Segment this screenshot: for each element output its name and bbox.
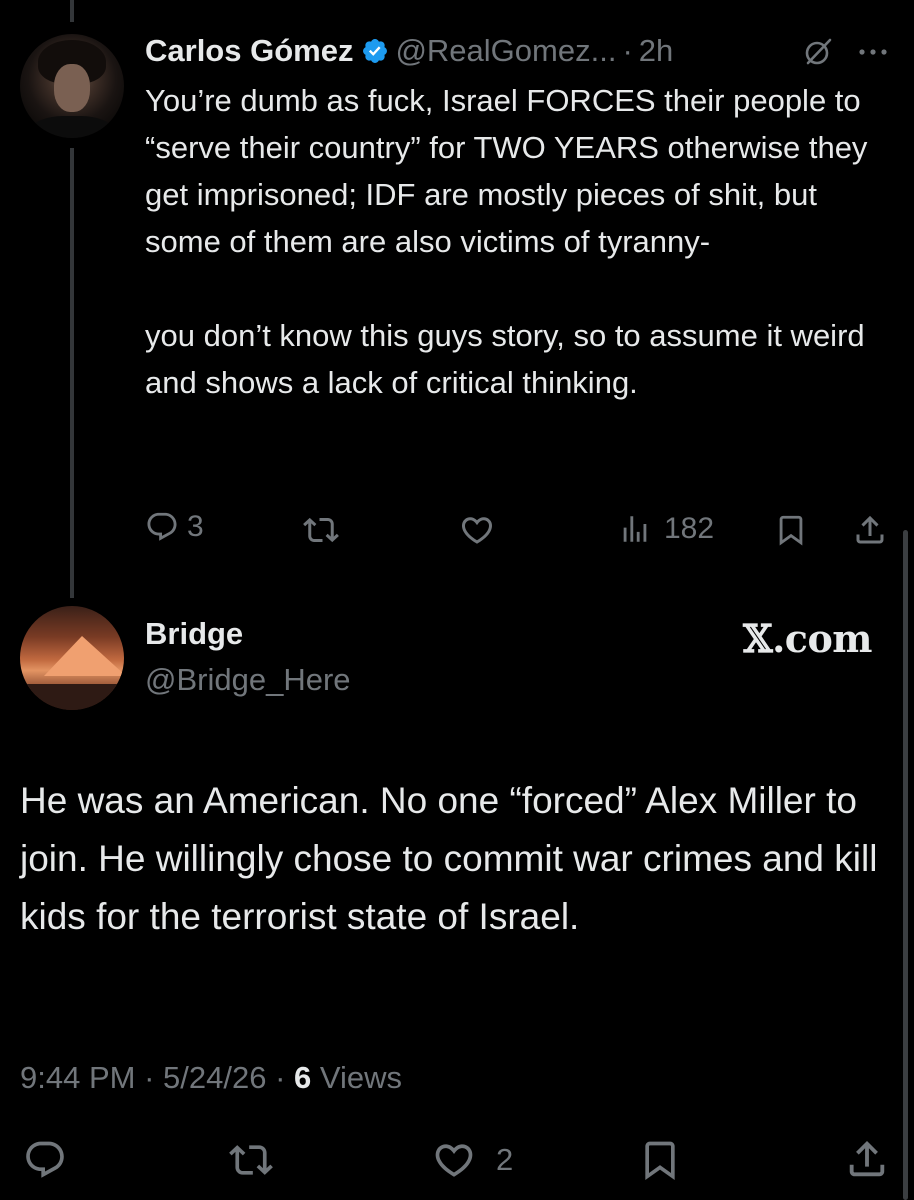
more-icon[interactable] [856, 36, 890, 68]
retweet-button[interactable] [226, 1138, 276, 1182]
author-handle[interactable]: @Bridge_Here [145, 662, 351, 698]
tweet-paragraph: You’re dumb as fuck, Israel FORCES their… [145, 83, 868, 259]
timestamp[interactable]: 2h [639, 33, 673, 69]
share-button[interactable] [844, 1136, 890, 1182]
views-icon [623, 516, 647, 542]
separator-dot: · [622, 33, 633, 68]
retweet-icon [303, 517, 339, 543]
separator-dot: · [135, 1060, 164, 1095]
main-tweet-text: He was an American. No one “forced” Alex… [20, 780, 878, 937]
like-icon [461, 517, 493, 544]
share-button[interactable] [852, 511, 888, 549]
share-icon [856, 515, 884, 544]
grok-icon[interactable] [802, 36, 834, 68]
thread-line-top [70, 0, 74, 22]
separator-dot: · [266, 1060, 295, 1095]
views-count: 6 [294, 1060, 312, 1095]
author-name[interactable]: Carlos Gómez [145, 33, 353, 69]
reply-button[interactable] [22, 1138, 68, 1182]
bookmark-button[interactable] [638, 1138, 682, 1182]
tweet-meta: 9:44 PM · 5/24/26 · 6 Views [20, 1060, 402, 1096]
reply-button[interactable]: 3 [145, 510, 204, 544]
reply-count: 3 [187, 510, 204, 543]
tweet-paragraph: you don’t know this guys story, so to as… [145, 318, 865, 400]
site-label: 𝕏.com [743, 616, 872, 661]
like-button[interactable]: 2 [430, 1138, 513, 1182]
reply-tweet-header: Carlos Gómez @RealGomez... · 2h [145, 28, 673, 74]
share-icon [849, 1140, 885, 1177]
like-button[interactable] [458, 512, 496, 548]
author-handle[interactable]: @RealGomez... [395, 33, 616, 69]
avatar[interactable] [20, 34, 124, 138]
reply-tweet-text: You’re dumb as fuck, Israel FORCES their… [145, 77, 885, 406]
thread-line [70, 148, 74, 598]
tweet-time[interactable]: 9:44 PM [20, 1060, 135, 1095]
like-icon [435, 1144, 473, 1177]
retweet-icon [229, 1145, 273, 1175]
views-count: 182 [664, 512, 715, 545]
bookmark-icon [645, 1141, 675, 1181]
views-button[interactable]: 182 [618, 512, 714, 546]
bookmark-icon [779, 515, 803, 546]
tweet-date[interactable]: 5/24/26 [163, 1060, 266, 1095]
scrollbar[interactable] [903, 530, 908, 1200]
bookmark-button[interactable] [774, 512, 808, 548]
reply-icon [26, 1141, 64, 1178]
author-name[interactable]: Bridge [145, 616, 243, 652]
verified-badge-icon [363, 39, 388, 63]
views-label: Views [311, 1060, 403, 1095]
retweet-button[interactable] [300, 512, 342, 548]
reply-icon [147, 512, 177, 541]
avatar[interactable] [20, 606, 124, 710]
like-count: 2 [496, 1142, 514, 1177]
